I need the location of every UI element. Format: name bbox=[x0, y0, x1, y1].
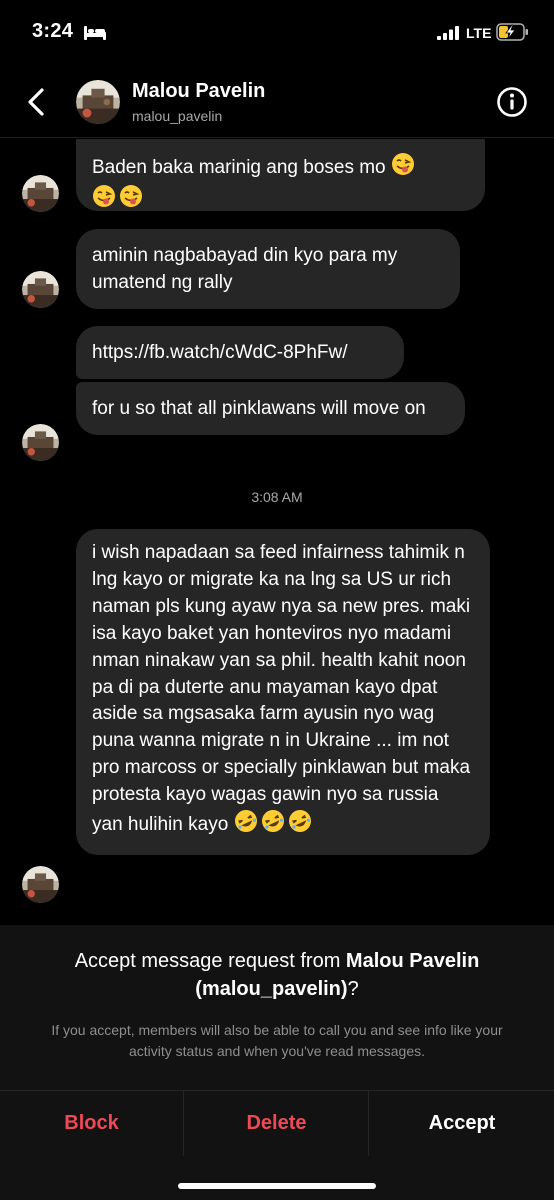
home-indicator[interactable] bbox=[178, 1183, 376, 1189]
contact-name[interactable]: Malou Pavelin bbox=[132, 80, 265, 103]
rofl-emoji-icon bbox=[261, 809, 285, 842]
winking-tongue-emoji-icon bbox=[92, 184, 116, 216]
sender-avatar[interactable] bbox=[22, 424, 59, 461]
sender-avatar[interactable] bbox=[22, 271, 59, 308]
message-bubble[interactable]: aminin nagbabayad din kyo para my umaten… bbox=[76, 229, 460, 309]
message-request-panel: Accept message request from Malou Paveli… bbox=[0, 925, 554, 1200]
delete-button[interactable]: Delete bbox=[185, 1091, 369, 1156]
accept-button[interactable]: Accept bbox=[370, 1091, 554, 1156]
request-name: Malou Pavelin bbox=[345, 950, 480, 972]
message-text: Baden baka marinig ang boses mo bbox=[92, 157, 386, 178]
request-username: (malou_pavelin) bbox=[195, 978, 348, 1000]
message-link-bubble[interactable]: https://fb.watch/cWdC-8PhFw/ bbox=[76, 326, 404, 379]
request-suffix: ? bbox=[347, 978, 359, 1000]
message-bubble[interactable]: for u so that all pinklawans will move o… bbox=[76, 382, 465, 435]
request-title: Accept message request from Malou Paveli… bbox=[30, 947, 524, 1003]
info-icon[interactable] bbox=[496, 86, 528, 118]
contact-avatar[interactable] bbox=[76, 80, 120, 124]
winking-tongue-emoji-icon bbox=[391, 152, 415, 184]
winking-tongue-emoji-icon bbox=[119, 184, 143, 216]
message-text: i wish napadaan sa feed infairness tahim… bbox=[92, 542, 471, 836]
message-thread[interactable]: Baden baka marinig ang boses mo aminin n… bbox=[0, 139, 554, 925]
bed-icon bbox=[84, 26, 106, 40]
message-bubble[interactable]: i wish napadaan sa feed infairness tahim… bbox=[76, 529, 490, 855]
message-timestamp: 3:08 AM bbox=[251, 489, 303, 505]
message-text: aminin nagbabayad din kyo para my umaten… bbox=[92, 245, 398, 293]
request-prefix: Accept message request from bbox=[74, 950, 346, 972]
block-button[interactable]: Block bbox=[0, 1091, 184, 1156]
message-link[interactable]: https://fb.watch/cWdC-8PhFw/ bbox=[92, 342, 348, 363]
battery-charging-icon bbox=[496, 23, 528, 41]
status-bar: 3:24 LTE bbox=[0, 0, 554, 66]
rofl-emoji-icon bbox=[288, 809, 312, 842]
request-actions: Block Delete Accept bbox=[0, 1090, 554, 1156]
contact-username: malou_pavelin bbox=[132, 108, 223, 124]
sender-avatar[interactable] bbox=[22, 175, 59, 212]
message-bubble[interactable]: Baden baka marinig ang boses mo bbox=[76, 139, 485, 211]
chat-header: Malou Pavelin malou_pavelin bbox=[0, 66, 554, 138]
network-label: LTE bbox=[466, 25, 492, 41]
status-time: 3:24 bbox=[32, 20, 74, 42]
message-text: for u so that all pinklawans will move o… bbox=[92, 398, 426, 419]
request-info-text: If you accept, members will also be able… bbox=[51, 1022, 503, 1059]
signal-icon bbox=[437, 26, 459, 40]
rofl-emoji-icon bbox=[234, 809, 258, 842]
back-chevron-icon[interactable] bbox=[24, 84, 54, 120]
sender-avatar[interactable] bbox=[22, 866, 59, 903]
